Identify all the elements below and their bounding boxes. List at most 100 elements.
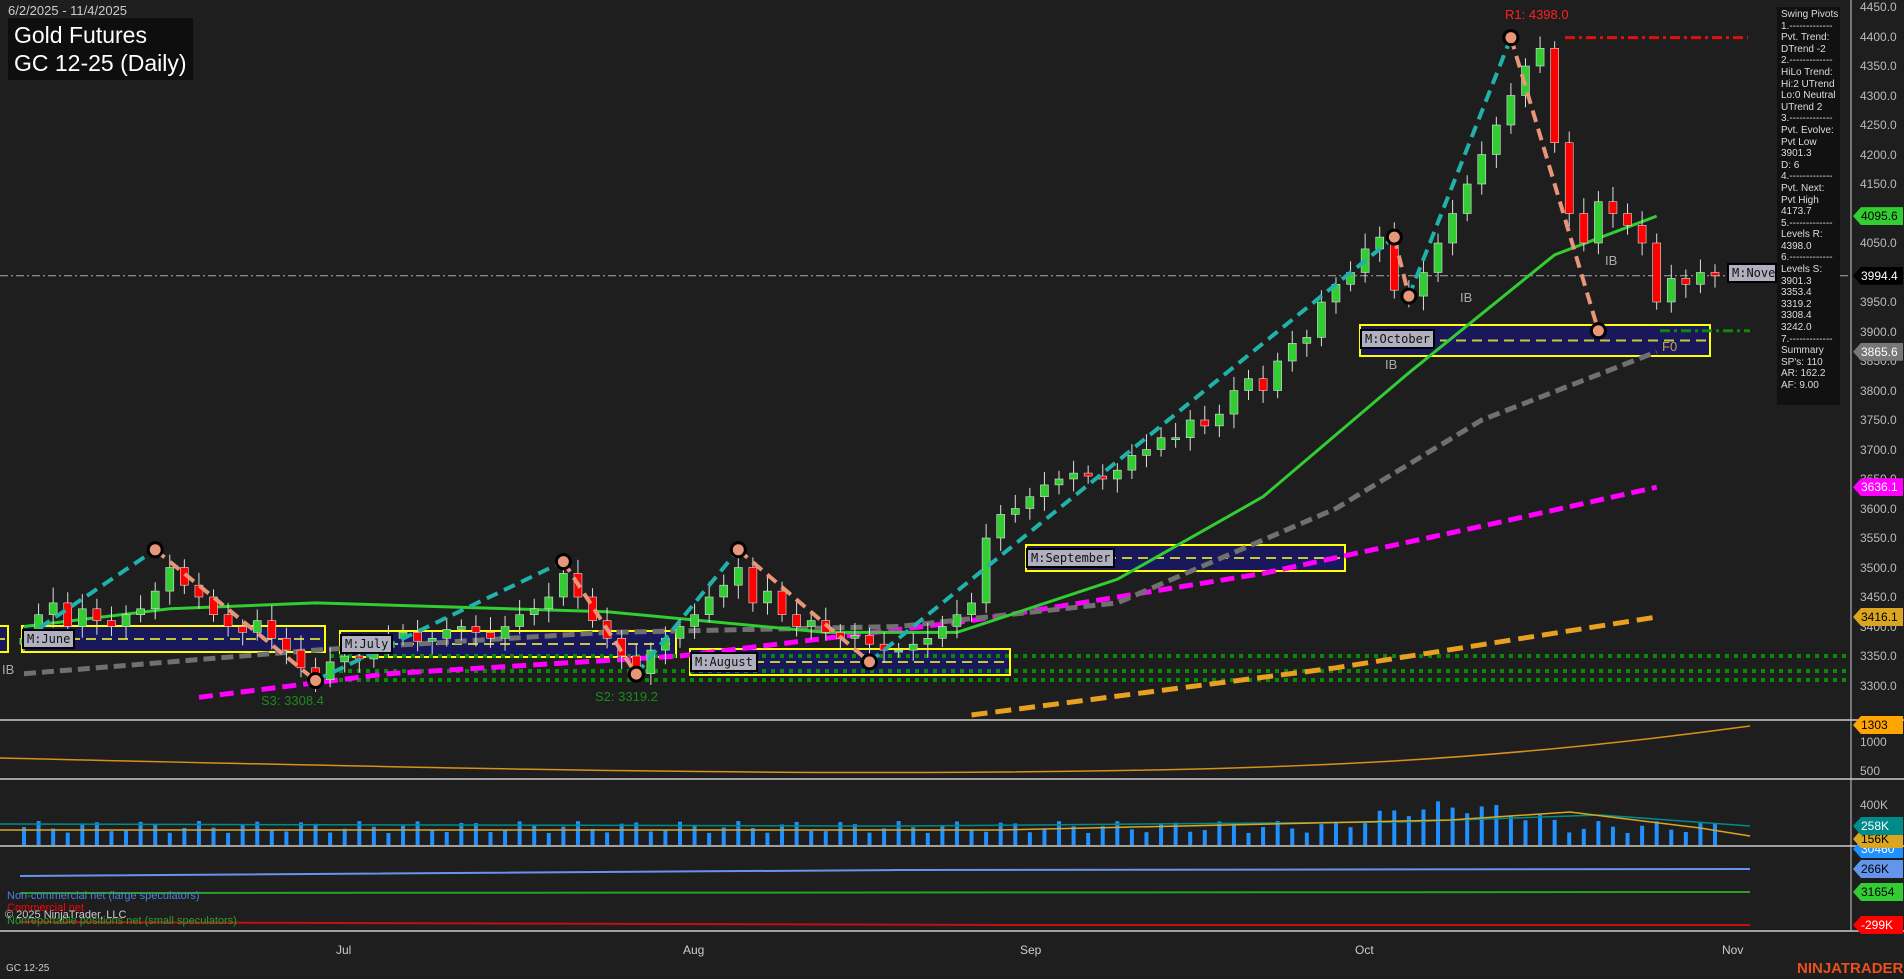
f0-label: F0 xyxy=(1662,339,1678,354)
volume-bar xyxy=(1625,832,1630,845)
candle-body xyxy=(1302,337,1312,344)
candle-body xyxy=(748,567,758,604)
volume-bar xyxy=(1567,832,1572,845)
swing-pivot-marker xyxy=(554,553,572,571)
volume-bar xyxy=(1363,823,1368,845)
candle-body xyxy=(1448,213,1457,244)
volume-bar xyxy=(619,823,624,845)
volume-bar xyxy=(1231,825,1236,845)
price-tick: 4250.0 xyxy=(1860,118,1897,132)
volume-bar xyxy=(1290,828,1295,845)
candle-body xyxy=(1054,478,1064,486)
month-label-june: M:June xyxy=(22,629,76,649)
chart-title-box: Gold Futures GC 12-25 (Daily) xyxy=(8,18,193,80)
info-line: 3901.3 xyxy=(1781,275,1812,287)
volume-bar xyxy=(1188,831,1193,845)
price-tick: 3950.0 xyxy=(1860,295,1897,309)
volume-bar xyxy=(1013,823,1018,845)
volume-bar xyxy=(1538,814,1543,845)
info-line: Levels R: xyxy=(1781,229,1823,241)
volume-bar xyxy=(1436,801,1441,845)
commercial-tag: -299K xyxy=(1853,916,1903,934)
info-line: Pvt. Evolve: xyxy=(1781,124,1834,136)
commercial-line xyxy=(19,921,1750,926)
candle-body xyxy=(1273,360,1282,391)
volume-bar xyxy=(109,831,114,845)
price-tag: 3865.6 xyxy=(1853,342,1903,361)
candle-body xyxy=(544,596,554,610)
nonreportable-line xyxy=(19,891,1751,894)
candle-body xyxy=(1710,272,1720,277)
volume-bar xyxy=(269,830,274,845)
candle-body xyxy=(1171,437,1180,441)
info-line: AF: 9.00 xyxy=(1781,380,1819,391)
volume-bar xyxy=(401,825,406,845)
candle-body xyxy=(92,608,102,621)
volume-bar xyxy=(1377,810,1382,845)
candle-body xyxy=(865,635,874,645)
swing-pivot-marker xyxy=(146,541,164,559)
volume-bar xyxy=(823,831,828,845)
volume-bar xyxy=(153,824,158,845)
volume-bar xyxy=(998,822,1003,845)
info-line: HiLo Trend: xyxy=(1781,66,1833,78)
candle-body xyxy=(967,602,976,616)
info-line: Lo:0 Neutral xyxy=(1781,90,1836,102)
volume-bar xyxy=(1421,809,1426,845)
info-line: 3901.3 xyxy=(1781,148,1812,160)
candle-body xyxy=(1113,469,1122,480)
price-tick: 3300.0 xyxy=(1860,678,1897,693)
candle-body xyxy=(1477,154,1487,185)
info-line: 3.------------- xyxy=(1781,113,1833,125)
volume-bar xyxy=(1319,824,1324,845)
volume-bar xyxy=(1027,832,1032,845)
month-label-august: M:August xyxy=(690,652,758,672)
candle-body xyxy=(63,602,73,627)
info-line: 3353.4 xyxy=(1781,287,1812,299)
volume-bar xyxy=(852,824,857,845)
info-line: 6.------------- xyxy=(1781,252,1833,264)
candle-body xyxy=(952,614,962,627)
candle-body xyxy=(78,608,87,627)
volume-bar xyxy=(1654,821,1659,845)
ma-long-line xyxy=(971,614,1658,718)
volume-bar xyxy=(1465,813,1470,845)
volume-bar xyxy=(473,823,478,845)
candle-body xyxy=(150,590,160,610)
volume-bar xyxy=(546,832,551,845)
volume-bar xyxy=(386,832,391,845)
volume-bar xyxy=(765,832,770,845)
swing-pivot-marker xyxy=(1400,287,1418,305)
swing-pivots-panel: Swing Pivots 1.------------- Pvt. Trend: DT… xyxy=(1777,7,1840,405)
price-tick: 3700.0 xyxy=(1860,442,1897,457)
candle-body xyxy=(471,626,481,633)
volume-bar xyxy=(1450,807,1455,845)
candle-body xyxy=(704,596,714,616)
info-line: UTrend 2 xyxy=(1781,101,1823,113)
candle-body xyxy=(223,614,233,627)
panel3-tick: 400K xyxy=(1860,798,1889,812)
s3-label: S3: 3308.4 xyxy=(261,693,324,708)
volume-bar xyxy=(1333,822,1338,845)
info-line: 4.------------- xyxy=(1781,171,1833,183)
candle-body xyxy=(1462,183,1472,214)
candle-body xyxy=(894,649,903,653)
candle-body xyxy=(1419,272,1428,297)
candle-body xyxy=(1025,496,1035,509)
price-tag: 3416.1 xyxy=(1853,608,1903,626)
price-tag: 4095.6 xyxy=(1853,207,1903,226)
candle-body xyxy=(850,635,860,639)
price-chart[interactable] xyxy=(0,0,1904,979)
open-interest-tag: 258K xyxy=(1853,817,1903,835)
swing-leg xyxy=(314,559,565,683)
candle-body xyxy=(806,620,816,627)
ma-fast-line xyxy=(23,214,1658,634)
info-line: Pvt. Trend: xyxy=(1781,32,1830,44)
info-line: 4173.7 xyxy=(1781,206,1812,218)
volume-bar xyxy=(1129,829,1134,845)
info-line: 1.------------- xyxy=(1781,20,1833,32)
ib-label: IB xyxy=(2,662,15,677)
price-tick: 3350.0 xyxy=(1860,649,1897,663)
swing-pivot-marker xyxy=(729,541,747,559)
indicator-line xyxy=(0,725,1751,774)
